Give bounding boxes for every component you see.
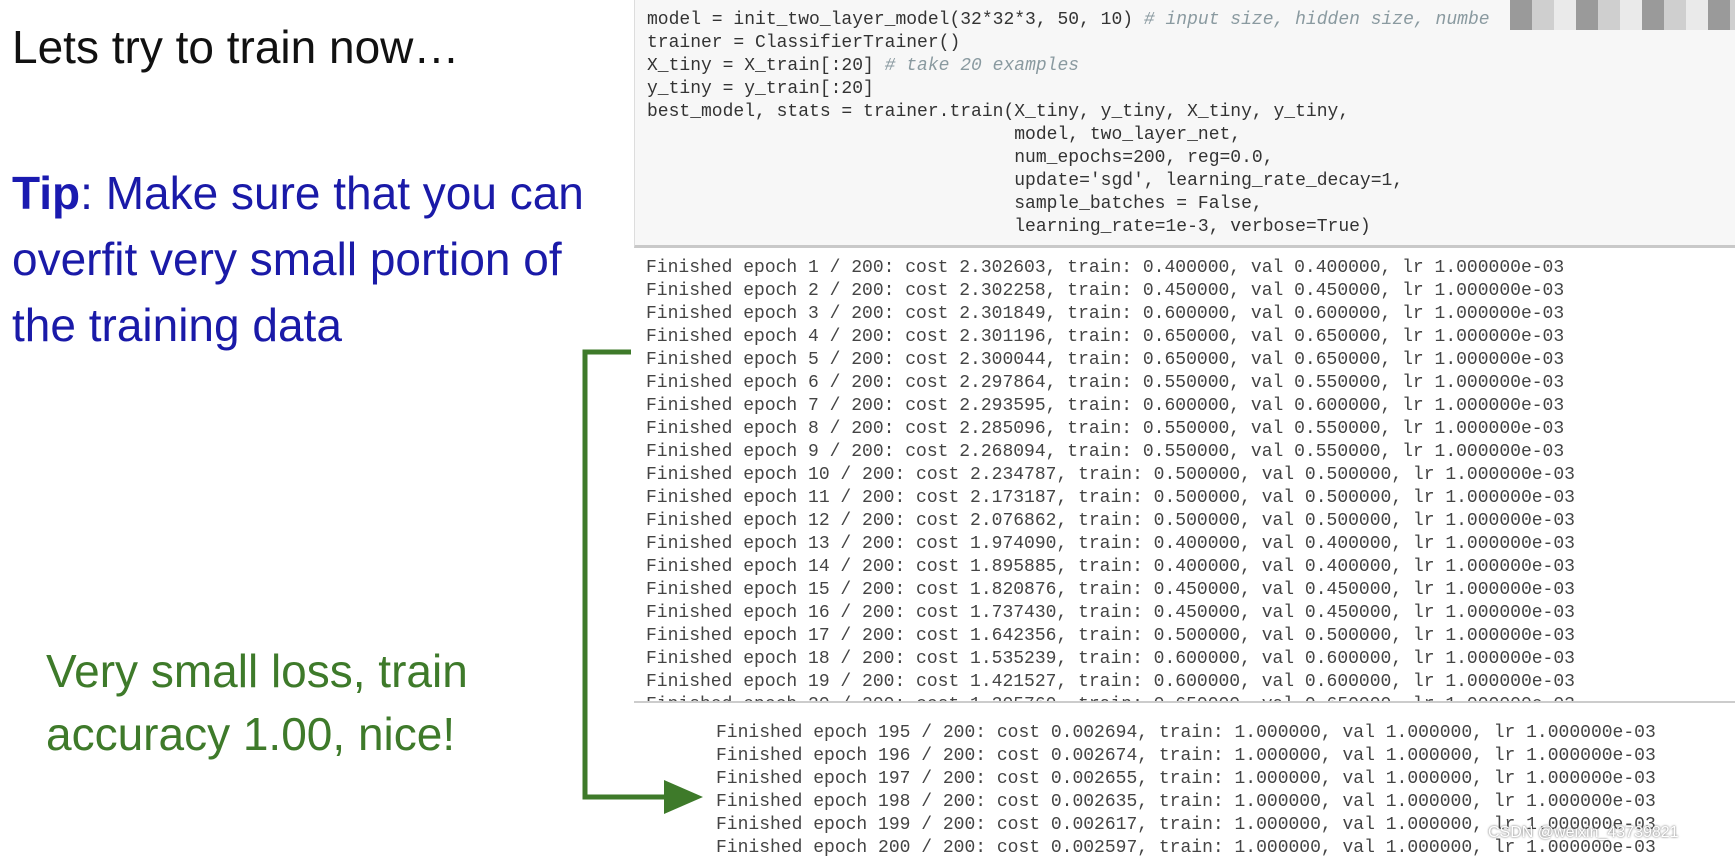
code-comment: # input size, hidden size, numbe [1143,10,1490,30]
log-line: Finished epoch 196 / 200: cost 0.002674,… [716,746,1656,766]
code-line: X_tiny = X_train[:20] # take 20 examples [647,55,1735,78]
log-line: Finished epoch 9 / 200: cost 2.268094, t… [646,442,1565,462]
log-line: Finished epoch 3 / 200: cost 2.301849, t… [646,304,1565,324]
log-line: Finished epoch 13 / 200: cost 1.974090, … [646,534,1575,554]
bracket-line [582,349,670,800]
log-line: Finished epoch 2 / 200: cost 2.302258, t… [646,281,1565,301]
log-line: Finished epoch 11 / 200: cost 2.173187, … [646,488,1575,508]
code-line: model, two_layer_net, [647,124,1735,147]
code-line: y_tiny = y_train[:20] [647,78,1735,101]
log-line: Finished epoch 5 / 200: cost 2.300044, t… [646,350,1565,370]
log-line: Finished epoch 18 / 200: cost 1.535239, … [646,649,1575,669]
log-line: Finished epoch 14 / 200: cost 1.895885, … [646,557,1575,577]
code-line: trainer = ClassifierTrainer() [647,32,1735,55]
log-divider [634,701,1735,703]
log-line: Finished epoch 15 / 200: cost 1.820876, … [646,580,1575,600]
code-comment: # take 20 examples [884,56,1080,76]
code-cell: model = init_two_layer_model(32*32*3, 50… [634,0,1735,248]
log-line: Finished epoch 197 / 200: cost 0.002655,… [716,769,1656,789]
log-line: Finished epoch 7 / 200: cost 2.293595, t… [646,396,1565,416]
log-line: Finished epoch 12 / 200: cost 2.076862, … [646,511,1575,531]
arrow-head [664,780,703,814]
code-text: update='sgd', learning_rate_decay=1, [647,171,1404,191]
log-line: Finished epoch 10 / 200: cost 2.234787, … [646,465,1575,485]
log-line: Finished epoch 4 / 200: cost 2.301196, t… [646,327,1565,347]
training-log-start: Finished epoch 1 / 200: cost 2.302603, t… [646,257,1646,703]
log-line: Finished epoch 1 / 200: cost 2.302603, t… [646,258,1565,278]
pixelated-region [1510,0,1735,30]
log-line: Finished epoch 17 / 200: cost 1.642356, … [646,626,1575,646]
code-line: learning_rate=1e-3, verbose=True) [647,216,1735,239]
watermark: CSDN @weixin_43739821 [1488,824,1679,841]
code-line: sample_batches = False, [647,193,1735,216]
log-line: Finished epoch 16 / 200: cost 1.737430, … [646,603,1575,623]
arrow-icon [582,349,703,814]
log-line: Finished epoch 198 / 200: cost 0.002635,… [716,792,1656,812]
code-line: best_model, stats = trainer.train(X_tiny… [647,101,1735,124]
log-line: Finished epoch 8 / 200: cost 2.285096, t… [646,419,1565,439]
log-line: Finished epoch 19 / 200: cost 1.421527, … [646,672,1575,692]
log-line: Finished epoch 195 / 200: cost 0.002694,… [716,723,1656,743]
code-line: update='sgd', learning_rate_decay=1, [647,170,1735,193]
code-line: num_epochs=200, reg=0.0, [647,147,1735,170]
log-line: Finished epoch 6 / 200: cost 2.297864, t… [646,373,1565,393]
